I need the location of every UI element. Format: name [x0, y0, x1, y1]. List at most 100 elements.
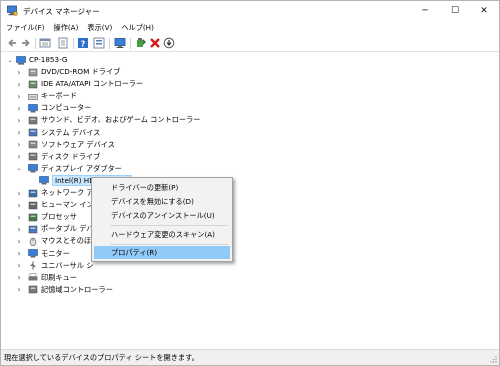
menu-view[interactable]: 表示(V)	[87, 23, 112, 33]
window-title: デバイス マネージャー	[23, 7, 100, 16]
category-label: 記憶域コントローラー	[41, 284, 113, 294]
menu-uninstall-device[interactable]: デバイスのアンインストール(U)	[94, 209, 230, 222]
menu-file[interactable]: ファイル(F)	[6, 23, 45, 33]
expand-chevron-icon[interactable]: ›	[15, 284, 23, 296]
category-label: マウスとそのほか	[41, 236, 99, 246]
tree-category-item[interactable]: › ディスク ドライブ	[2, 151, 302, 163]
category-label: ディスク ドライブ	[41, 151, 101, 161]
expand-chevron-icon[interactable]: ›	[15, 272, 23, 284]
menu-scan-hardware[interactable]: ハードウェア変更のスキャン(A)	[94, 228, 230, 241]
expand-chevron-icon[interactable]: ›	[15, 260, 23, 272]
tree-category-item[interactable]: › キーボード	[2, 90, 302, 102]
category-label: 印刷キュー	[41, 272, 77, 282]
disk-drive-icon	[28, 152, 38, 161]
usb-icon	[30, 261, 36, 270]
expand-chevron-icon[interactable]: ›	[15, 248, 23, 260]
printer-icon	[28, 273, 38, 281]
menu-help[interactable]: ヘルプ(H)	[121, 23, 154, 33]
maximize-button[interactable]: ☐	[440, 1, 470, 21]
expand-chevron-icon[interactable]: ›	[15, 102, 23, 114]
expand-chevron-icon[interactable]: ›	[15, 139, 23, 151]
category-label: ユニバーサル シ	[41, 260, 94, 270]
ide-controller-icon	[28, 80, 38, 88]
properties-icon[interactable]	[57, 37, 69, 49]
category-label: IDE ATA/ATAPI コントローラー	[41, 79, 144, 89]
menu-separator	[110, 244, 228, 245]
menu-properties[interactable]: プロパティ(R)	[94, 246, 230, 259]
software-device-icon	[28, 140, 38, 149]
category-label: DVD/CD-ROM ドライブ	[41, 67, 121, 76]
status-text: 現在選択しているデバイスのプロパティ シートを開きます。	[4, 352, 199, 362]
expand-chevron-icon[interactable]: ›	[15, 78, 23, 90]
category-label: コンピューター	[41, 103, 92, 113]
category-label: キーボード	[41, 91, 77, 101]
tree-category-item[interactable]: › サウンド、ビデオ、およびゲーム コントローラー	[2, 114, 302, 126]
expand-chevron-icon[interactable]: ›	[15, 66, 23, 78]
dvd-drive-icon	[28, 68, 38, 76]
computer-icon	[28, 103, 38, 113]
tree-category-item[interactable]: › システム デバイス	[2, 127, 302, 139]
back-icon[interactable]	[6, 37, 18, 49]
menu-disable-device[interactable]: デバイスを無効にする(D)	[94, 195, 230, 208]
mouse-icon	[29, 237, 37, 246]
tree-root-label: CP-1853-G	[29, 55, 68, 64]
monitor-icon[interactable]	[114, 37, 126, 49]
expand-chevron-icon[interactable]: ›	[15, 90, 23, 102]
help-icon[interactable]: ?	[77, 37, 89, 49]
tree-category-item[interactable]: › 記憶域コントローラー	[2, 284, 302, 296]
expand-chevron-icon[interactable]: ›	[15, 151, 23, 163]
category-label: ソフトウェア デバイス	[41, 139, 115, 149]
uninstall-icon[interactable]	[149, 37, 161, 49]
tree-view-icon[interactable]	[39, 37, 51, 49]
tree-category-item[interactable]: › コンピューター	[2, 102, 302, 114]
category-label: ディスプレイ アダプター	[41, 163, 122, 173]
menu-action[interactable]: 操作(A)	[54, 23, 79, 33]
tree-root[interactable]: ⌄ CP-1853-G	[2, 54, 202, 66]
expand-chevron-icon[interactable]: ›	[15, 223, 23, 235]
category-label: サウンド、ビデオ、およびゲーム コントローラー	[41, 115, 201, 125]
title-bar: デバイス マネージャー ─ ☐ ✕	[1, 1, 499, 21]
category-label: プロセッサ	[41, 212, 77, 222]
list-icon[interactable]	[93, 37, 105, 49]
expand-chevron-icon[interactable]: ›	[15, 199, 23, 211]
minimize-button[interactable]: ─	[410, 1, 440, 21]
processor-icon	[28, 213, 38, 221]
monitor-icon	[28, 249, 38, 258]
expand-chevron-icon[interactable]: ›	[15, 211, 23, 223]
close-button[interactable]: ✕	[469, 1, 499, 21]
update-driver-icon[interactable]	[135, 37, 147, 49]
svg-text:?: ?	[81, 39, 86, 48]
forward-icon[interactable]	[20, 37, 32, 49]
tree-category-item[interactable]: ⌄ ディスプレイ アダプター	[2, 163, 302, 175]
storage-controller-icon	[28, 286, 38, 294]
status-bar: 現在選択しているデバイスのプロパティ シートを開きます。	[1, 349, 499, 365]
device-tree[interactable]: ⌄ CP-1853-G › DVD/CD-ROM ドライブ › IDE ATA/ATA…	[2, 53, 499, 348]
disable-icon[interactable]	[163, 37, 175, 49]
toolbar: ?	[1, 35, 499, 52]
expand-chevron-icon[interactable]: ›	[15, 114, 23, 126]
keyboard-icon	[28, 93, 38, 100]
tree-category-item[interactable]: › DVD/CD-ROM ドライブ	[2, 66, 302, 78]
display-adapter-icon	[28, 164, 38, 173]
collapse-chevron-icon[interactable]: ⌄	[6, 54, 14, 66]
portable-device-icon	[28, 225, 38, 234]
category-label: モニター	[41, 248, 70, 258]
device-manager-icon	[7, 5, 18, 16]
tree-category-item[interactable]: › ソフトウェア デバイス	[2, 139, 302, 151]
expand-chevron-icon[interactable]: ›	[15, 187, 23, 199]
device-manager-window: デバイス マネージャー ─ ☐ ✕ ファイル(F) 操作(A) 表示(V) ヘル…	[0, 0, 500, 366]
sound-icon	[28, 116, 38, 125]
display-adapter-icon	[39, 176, 49, 185]
menu-update-driver[interactable]: ドライバーの更新(P)	[94, 181, 230, 194]
expand-chevron-icon[interactable]: ›	[15, 235, 23, 247]
resize-grip-icon[interactable]	[489, 355, 497, 363]
menu-bar: ファイル(F) 操作(A) 表示(V) ヘルプ(H)	[1, 21, 499, 35]
hid-icon	[28, 201, 38, 209]
computer-icon	[16, 55, 26, 65]
tree-category-item[interactable]: › 印刷キュー	[2, 272, 302, 284]
system-device-icon	[28, 128, 38, 137]
menu-separator	[110, 225, 228, 226]
tree-category-item[interactable]: › IDE ATA/ATAPI コントローラー	[2, 78, 302, 90]
collapse-chevron-icon[interactable]: ⌄	[15, 163, 23, 175]
expand-chevron-icon[interactable]: ›	[15, 127, 23, 139]
